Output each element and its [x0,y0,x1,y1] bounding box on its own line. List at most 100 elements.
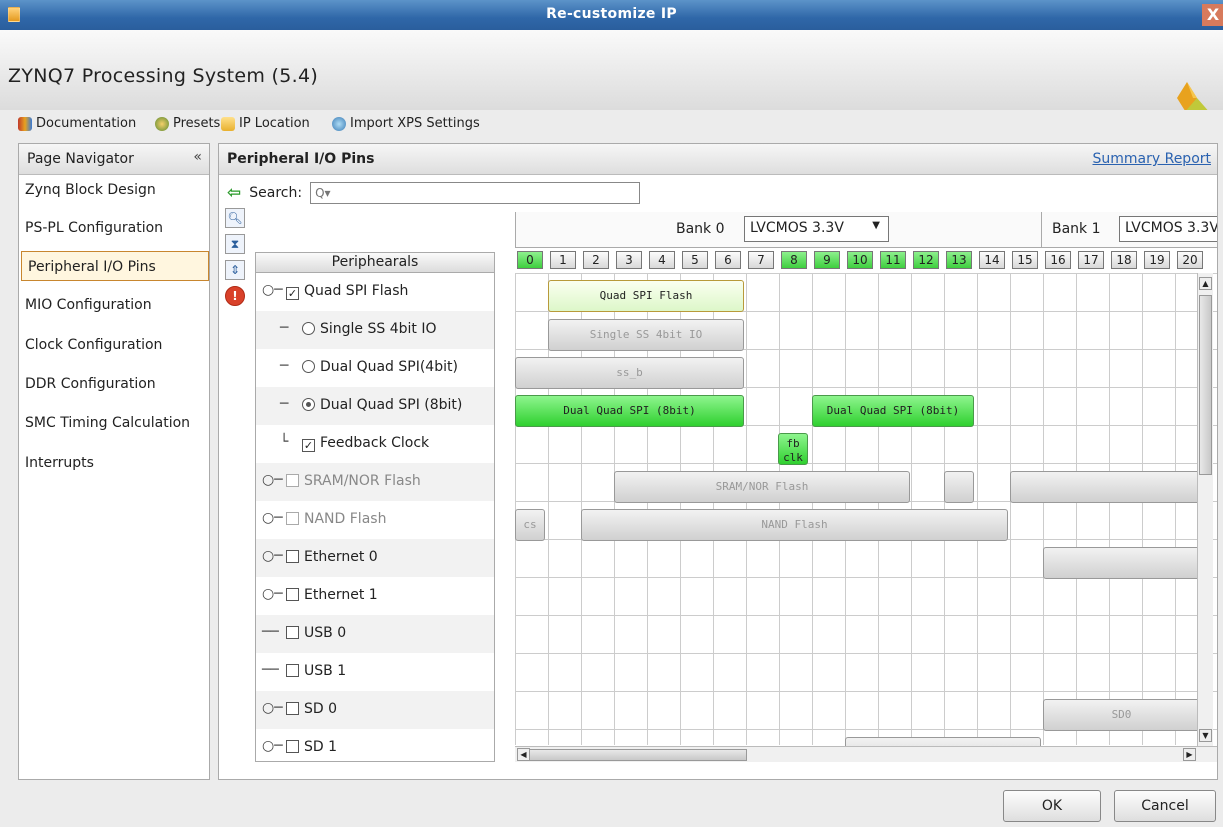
tree-row-usb-0[interactable]: ── USB 0 [256,615,494,653]
horizontal-scrollbar[interactable]: ◀ ▶ [515,746,1217,762]
collapse-chevron-icon[interactable]: « [193,149,202,165]
vertical-scroll-thumb[interactable] [1199,295,1212,475]
back-arrow-icon[interactable]: ⇦ [227,183,241,203]
nav-item-clock-configuration[interactable]: Clock Configuration [19,330,209,360]
tree-row-sd-1[interactable]: ○─ SD 1 [256,729,494,761]
dual-quad-spi-block-b[interactable]: Dual Quad SPI (8bit) [812,395,974,427]
ethernet-0-checkbox[interactable] [286,550,299,563]
feedback-clock-checkbox[interactable]: ✓ [302,439,315,452]
tree-row-dual-quad-4bit[interactable]: ─ Dual Quad SPI(4bit) [256,349,494,387]
nav-item-smc-timing[interactable]: SMC Timing Calculation [19,408,209,438]
pin-19[interactable]: 19 [1144,251,1170,269]
search-icon[interactable]: 🔍︎ [225,208,245,228]
expand-icon[interactable]: ○─ [262,282,283,298]
nav-item-interrupts[interactable]: Interrupts [19,448,209,478]
nav-item-zynq-block-design[interactable]: Zynq Block Design [19,175,209,205]
sram-nor-small-block[interactable] [944,471,974,503]
sd0-block[interactable]: SD0 [1043,699,1200,731]
pin-0[interactable]: 0 [517,251,543,269]
pin-12[interactable]: 12 [913,251,939,269]
tree-row-quad-spi[interactable]: ○─ ✓ Quad SPI Flash [256,273,494,311]
pin-5[interactable]: 5 [682,251,708,269]
scroll-down-icon[interactable]: ▼ [1199,729,1212,742]
pin-14[interactable]: 14 [979,251,1005,269]
pin-4[interactable]: 4 [649,251,675,269]
sram-nor-block[interactable]: SRAM/NOR Flash [614,471,910,503]
pin-20[interactable]: 20 [1177,251,1203,269]
ip-location-button[interactable]: IP Location [221,116,310,131]
nav-item-ddr-configuration[interactable]: DDR Configuration [19,369,209,399]
collapse-all-icon[interactable]: ⧗ [225,234,245,254]
nav-item-ps-pl-configuration[interactable]: PS-PL Configuration [19,213,209,243]
pin-13[interactable]: 13 [946,251,972,269]
tree-row-sd-0[interactable]: ○─ SD 0 [256,691,494,729]
nand-flash-block[interactable]: NAND Flash [581,509,1008,541]
sram-nor-checkbox[interactable] [286,474,299,487]
dual-quad-4bit-radio[interactable] [302,360,315,373]
summary-report-link[interactable]: Summary Report [1092,151,1211,167]
scroll-right-icon[interactable]: ▶ [1183,748,1196,761]
sd-0-checkbox[interactable] [286,702,299,715]
bank-1-voltage-select[interactable]: LVCMOS 3.3V [1119,216,1217,242]
nav-item-mio-configuration[interactable]: MIO Configuration [19,290,209,320]
expand-icon[interactable]: ○─ [262,510,283,526]
search-input[interactable] [310,182,641,204]
scroll-left-icon[interactable]: ◀ [517,748,530,761]
horizontal-scroll-thumb[interactable] [527,749,747,761]
cancel-button[interactable]: Cancel [1114,790,1216,822]
pin-3[interactable]: 3 [616,251,642,269]
pin-9[interactable]: 9 [814,251,840,269]
usb-1-checkbox[interactable] [286,664,299,677]
scroll-up-icon[interactable]: ▲ [1199,277,1212,290]
quad-spi-flash-block[interactable]: Quad SPI Flash [548,280,744,312]
pin-10[interactable]: 10 [847,251,873,269]
ss-b-block[interactable]: ss_b [515,357,744,389]
expand-icon[interactable]: ○─ [262,738,283,754]
pin-11[interactable]: 11 [880,251,906,269]
pin-8[interactable]: 8 [781,251,807,269]
ethernet-0-block[interactable] [1043,547,1200,579]
pin-1[interactable]: 1 [550,251,576,269]
presets-button[interactable]: Presets [155,116,220,131]
tree-row-single-ss[interactable]: ─ Single SS 4bit IO [256,311,494,349]
tree-row-usb-1[interactable]: ── USB 1 [256,653,494,691]
pin-15[interactable]: 15 [1012,251,1038,269]
single-ss-radio[interactable] [302,322,315,335]
expand-icon[interactable]: ○─ [262,472,283,488]
tree-row-nand[interactable]: ○─ NAND Flash [256,501,494,539]
ethernet-1-checkbox[interactable] [286,588,299,601]
nand-cs-block[interactable]: cs [515,509,545,541]
tree-row-dual-quad-8bit[interactable]: ─ Dual Quad SPI (8bit) [256,387,494,425]
pin-18[interactable]: 18 [1111,251,1137,269]
nav-item-peripheral-io-pins[interactable]: Peripheral I/O Pins [21,251,209,281]
documentation-button[interactable]: Documentation [18,116,136,131]
pin-16[interactable]: 16 [1045,251,1071,269]
pin-6[interactable]: 6 [715,251,741,269]
sram-nor-bank1-block[interactable] [1010,471,1200,503]
vertical-scrollbar[interactable]: ▲ ▼ [1197,273,1213,746]
import-xps-button[interactable]: Import XPS Settings [332,116,480,131]
expand-all-icon[interactable]: ⇕ [225,260,245,280]
single-ss-block[interactable]: Single SS 4bit IO [548,319,744,351]
expand-icon[interactable]: ○─ [262,700,283,716]
tree-row-sram-nor[interactable]: ○─ SRAM/NOR Flash [256,463,494,501]
dual-quad-spi-block-a[interactable]: Dual Quad SPI (8bit) [515,395,744,427]
pin-7[interactable]: 7 [748,251,774,269]
fb-clk-block[interactable]: fb clk [778,433,808,465]
nand-checkbox[interactable] [286,512,299,525]
dual-quad-8bit-radio[interactable] [302,398,315,411]
tree-row-feedback-clock[interactable]: └ ✓ Feedback Clock [256,425,494,463]
sd-1-checkbox[interactable] [286,740,299,753]
close-button[interactable]: X [1202,4,1223,26]
usb-0-checkbox[interactable] [286,626,299,639]
expand-icon[interactable]: ○─ [262,586,283,602]
quad-spi-checkbox[interactable]: ✓ [286,287,299,300]
bank-0-voltage-select[interactable]: LVCMOS 3.3V ▼ [744,216,889,242]
ok-button[interactable]: OK [1003,790,1101,822]
tree-row-ethernet-1[interactable]: ○─ Ethernet 1 [256,577,494,615]
tree-row-ethernet-0[interactable]: ○─ Ethernet 0 [256,539,494,577]
pin-2[interactable]: 2 [583,251,609,269]
pin-17[interactable]: 17 [1078,251,1104,269]
expand-icon[interactable]: ○─ [262,548,283,564]
error-icon[interactable]: ! [225,286,245,306]
